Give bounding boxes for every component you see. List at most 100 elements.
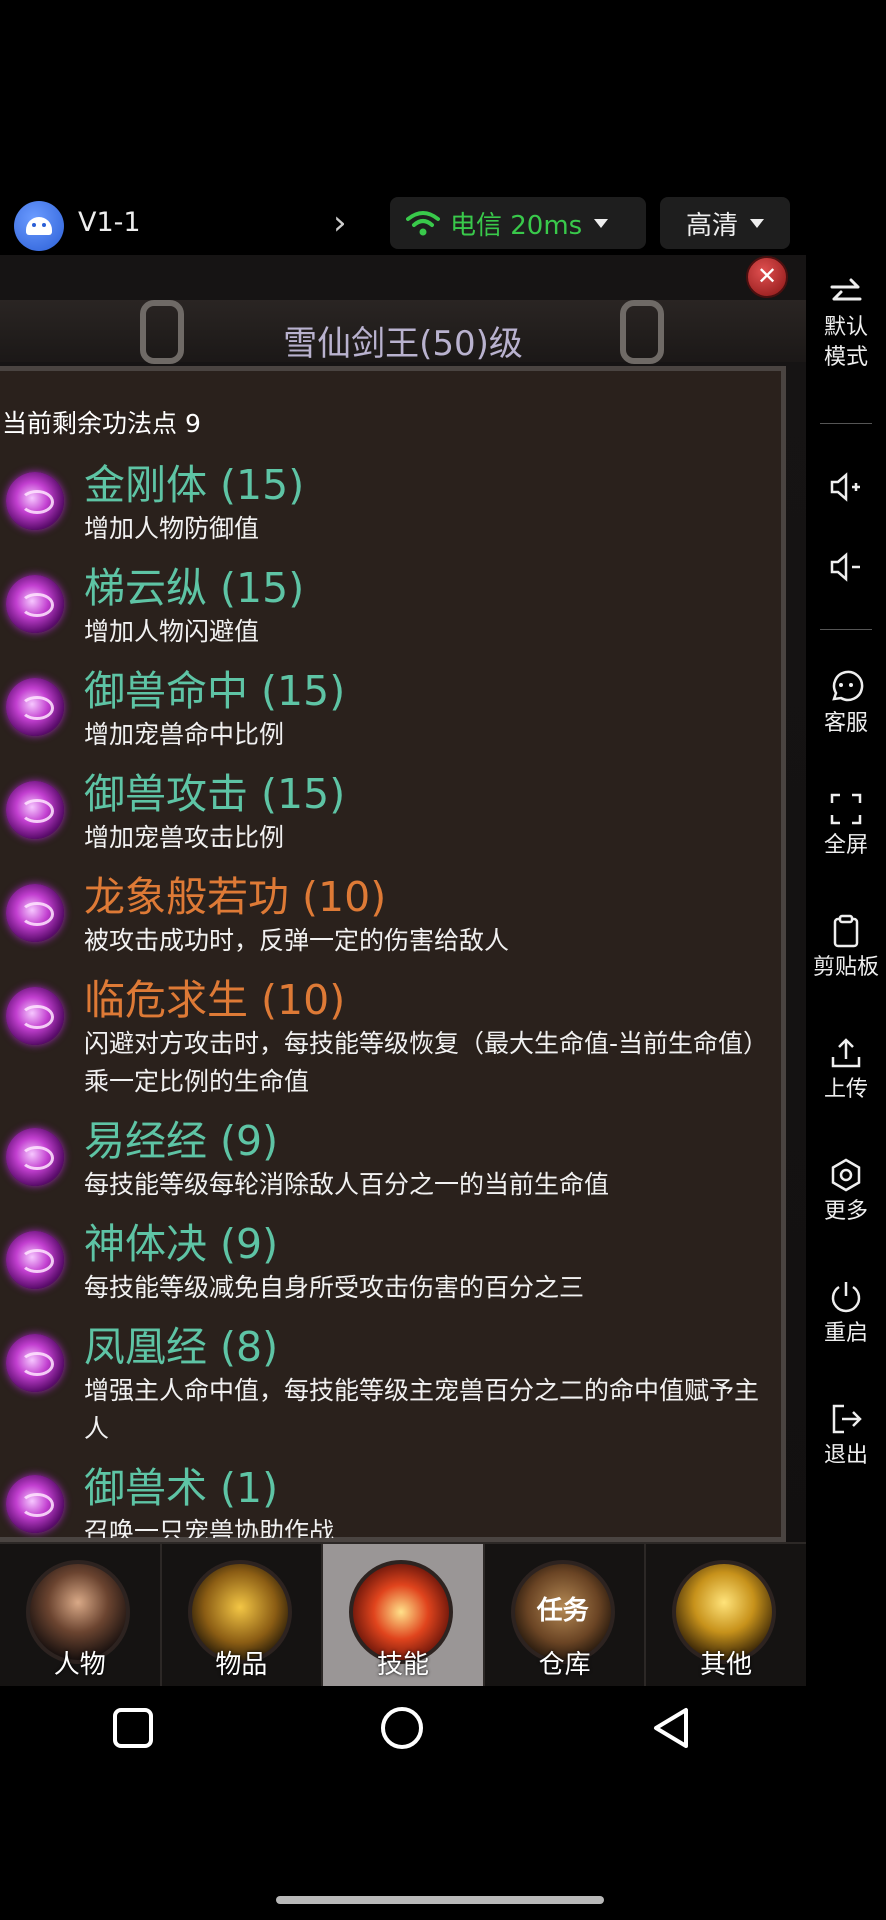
network-selector[interactable]: 电信 20ms bbox=[390, 197, 646, 249]
skill-row[interactable]: 龙象般若功 (10) 被攻击成功时，反弹一定的伤害给敌人 bbox=[0, 872, 780, 960]
skill-name: 御兽术 (1) bbox=[84, 1464, 279, 1512]
chevron-down-icon bbox=[594, 218, 609, 228]
skill-name: 易经经 (9) bbox=[84, 1117, 279, 1165]
skill-description: 增加宠兽命中比例 bbox=[84, 720, 285, 749]
power-icon bbox=[831, 1282, 861, 1313]
skill-name: 梯云纵 (15) bbox=[84, 564, 305, 612]
skill-orb-icon bbox=[6, 884, 64, 942]
tab-storage[interactable]: 任务 仓库 bbox=[485, 1544, 647, 1686]
skill-row[interactable]: 临危求生 (10) 闪避对方攻击时，每技能等级恢复（最大生命值-当前生命值）乘一定… bbox=[0, 975, 780, 1101]
volume-up-icon bbox=[830, 472, 860, 502]
chevron-right-icon[interactable]: › bbox=[333, 203, 347, 243]
skill-name: 临危求生 (10) bbox=[84, 976, 346, 1024]
customer-service-icon bbox=[832, 670, 864, 702]
remaining-points: 当前剩余功法点 9 bbox=[2, 409, 201, 438]
skill-name: 神体决 (9) bbox=[84, 1220, 279, 1268]
gesture-home-indicator[interactable] bbox=[276, 1896, 604, 1904]
skill-row[interactable]: 梯云纵 (15) 增加人物闪避值 bbox=[0, 563, 780, 651]
skill-orb-icon bbox=[6, 575, 64, 633]
quality-selector[interactable]: 高清 bbox=[660, 197, 790, 249]
stream-top-bar: V1-1 › 电信 20ms 高清 bbox=[0, 195, 800, 259]
rail-label: 客服 bbox=[823, 711, 868, 736]
app-title[interactable]: V1-1 bbox=[78, 207, 141, 238]
exit-button[interactable]: 退出 bbox=[806, 1401, 886, 1471]
skill-name: 御兽命中 (15) bbox=[84, 667, 346, 715]
skill-description: 增加人物防御值 bbox=[84, 514, 260, 543]
tool-rail: 默认 模式 客服 全屏 剪贴板 上传 更多 重启 退出 bbox=[806, 255, 886, 1685]
close-icon[interactable]: ✕ bbox=[746, 256, 788, 298]
rail-label: 更多 bbox=[823, 1199, 868, 1224]
skill-description: 闪避对方攻击时，每技能等级恢复（最大生命值-当前生命值）乘一定比例的生命值 bbox=[84, 1029, 769, 1096]
hero-title: 雪仙剑王(50)级 bbox=[283, 324, 523, 364]
skill-row[interactable]: 御兽攻击 (15) 增加宠兽攻击比例 bbox=[0, 769, 780, 857]
skill-description: 被攻击成功时，反弹一定的伤害给敌人 bbox=[84, 926, 510, 955]
upload-icon bbox=[831, 1038, 861, 1068]
back-button[interactable] bbox=[650, 1705, 696, 1751]
skill-orb-icon bbox=[6, 987, 64, 1045]
rail-label: 剪贴板 bbox=[812, 955, 879, 980]
tab-label: 仓库 bbox=[538, 1650, 591, 1680]
volume-down-button[interactable] bbox=[806, 551, 886, 587]
tab-label: 其他 bbox=[700, 1650, 753, 1680]
skill-description: 增强主人命中值，每技能等级主宠兽百分之二的命中值赋予主人 bbox=[84, 1376, 760, 1443]
clipboard-button[interactable]: 剪贴板 bbox=[806, 913, 886, 983]
clipboard-icon bbox=[833, 914, 859, 948]
upload-button[interactable]: 上传 bbox=[806, 1035, 886, 1105]
wifi-icon bbox=[406, 211, 440, 236]
rail-label: 退出 bbox=[823, 1443, 868, 1468]
skill-orb-icon bbox=[6, 678, 64, 736]
tab-label: 人物 bbox=[53, 1650, 106, 1680]
skill-orb-icon bbox=[6, 781, 64, 839]
skill-row[interactable]: 金刚体 (15) 增加人物防御值 bbox=[0, 460, 780, 548]
skill-description: 增加宠兽攻击比例 bbox=[84, 823, 285, 852]
tab-items[interactable]: 物品 bbox=[162, 1544, 324, 1686]
skill-description: 召唤一只宠兽协助作战 bbox=[84, 1517, 335, 1538]
tab-other[interactable]: 其他 bbox=[646, 1544, 806, 1686]
bottom-tab-bar: 人物 物品 技能 任务 仓库 其他 bbox=[0, 1542, 806, 1686]
skill-row[interactable]: 御兽命中 (15) 增加宠兽命中比例 bbox=[0, 666, 780, 754]
chevron-down-icon bbox=[750, 218, 764, 228]
skill-orb-icon bbox=[6, 1334, 64, 1392]
skill-row[interactable]: 神体决 (9) 每技能等级减免自身所受攻击伤害的百分之三 bbox=[0, 1219, 780, 1307]
restart-button[interactable]: 重启 bbox=[806, 1279, 886, 1349]
skill-row[interactable]: 凤凰经 (8) 增强主人命中值，每技能等级主宠兽百分之二的命中值赋予主人 bbox=[0, 1322, 780, 1448]
rail-label: 重启 bbox=[823, 1321, 868, 1346]
rail-label: 默认 模式 bbox=[823, 315, 868, 370]
skill-name: 金刚体 (15) bbox=[84, 461, 305, 509]
tab-character[interactable]: 人物 bbox=[0, 1544, 162, 1686]
skill-orb-icon bbox=[6, 1231, 64, 1289]
more-button[interactable]: 更多 bbox=[806, 1157, 886, 1227]
exit-icon bbox=[832, 1404, 862, 1434]
tab-label: 技能 bbox=[376, 1650, 429, 1680]
home-button[interactable] bbox=[379, 1705, 425, 1751]
skill-orb-icon bbox=[6, 1475, 64, 1533]
fullscreen-button[interactable]: 全屏 bbox=[806, 791, 886, 861]
recents-button[interactable] bbox=[110, 1705, 156, 1751]
customer-service-button[interactable]: 客服 bbox=[806, 669, 886, 739]
network-label: 电信 20ms bbox=[450, 210, 583, 241]
skill-orb-icon bbox=[6, 472, 64, 530]
quality-label: 高清 bbox=[685, 210, 738, 241]
skill-description: 每技能等级减免自身所受攻击伤害的百分之三 bbox=[84, 1273, 585, 1302]
skill-name: 龙象般若功 (10) bbox=[84, 873, 387, 921]
skill-name: 凤凰经 (8) bbox=[84, 1323, 279, 1371]
volume-down-icon bbox=[830, 552, 860, 582]
tab-label: 物品 bbox=[215, 1650, 268, 1680]
skill-list[interactable]: 金刚体 (15) 增加人物防御值梯云纵 (15) 增加人物闪避值御兽命中 (15) 增… bbox=[0, 460, 780, 1538]
skill-row[interactable]: 易经经 (9) 每技能等级每轮消除敌人百分之一的当前生命值 bbox=[0, 1116, 780, 1204]
skill-description: 每技能等级每轮消除敌人百分之一的当前生命值 bbox=[84, 1170, 610, 1199]
chest-badge: 任务 bbox=[536, 1596, 589, 1626]
skill-name: 御兽攻击 (15) bbox=[84, 770, 346, 818]
fullscreen-icon bbox=[830, 793, 862, 825]
switch-arrows-icon bbox=[830, 278, 862, 301]
default-mode-button[interactable]: 默认 模式 bbox=[806, 277, 886, 373]
skill-orb-icon bbox=[6, 1128, 64, 1186]
skill-description: 增加人物闪避值 bbox=[84, 617, 260, 646]
tab-skills[interactable]: 技能 bbox=[323, 1544, 485, 1686]
android-app-icon[interactable] bbox=[14, 201, 64, 251]
more-settings-icon bbox=[831, 1158, 861, 1192]
rail-label: 上传 bbox=[823, 1077, 868, 1102]
rail-label: 全屏 bbox=[823, 833, 868, 858]
skill-row[interactable]: 御兽术 (1) 召唤一只宠兽协助作战 bbox=[0, 1463, 780, 1538]
volume-up-button[interactable] bbox=[806, 471, 886, 507]
